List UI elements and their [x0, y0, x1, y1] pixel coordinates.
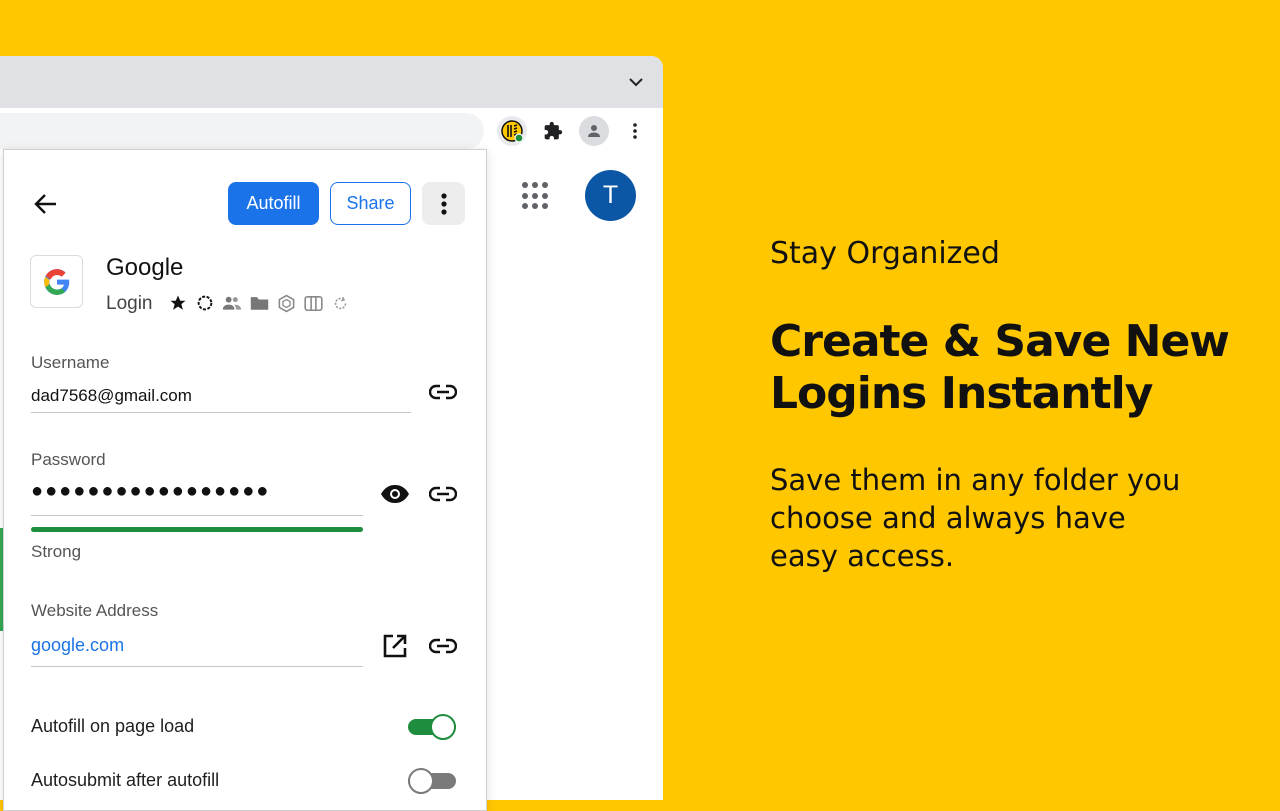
body-copy: Save them in any folder you choose and a… [770, 463, 1181, 573]
autofill-on-load-toggle[interactable] [408, 714, 456, 740]
browser-menu-kebab-icon[interactable] [620, 116, 650, 146]
show-password-eye-icon[interactable] [379, 478, 411, 510]
columns-icon[interactable] [303, 293, 323, 313]
keeper-extension-icon[interactable] [497, 116, 527, 146]
spinner-circle-icon[interactable] [195, 293, 215, 313]
username-underline [31, 412, 411, 413]
browser-toolbar [0, 108, 663, 154]
username-label: Username [31, 353, 110, 372]
record-title: Google [106, 254, 184, 281]
google-apps-grid-icon[interactable] [522, 182, 550, 210]
password-underline [31, 515, 363, 516]
profile-icon[interactable] [579, 116, 609, 146]
tab-search-chevron-icon[interactable] [626, 72, 646, 92]
autosubmit-toggle[interactable] [408, 768, 456, 794]
password-strength-label: Strong [31, 542, 82, 561]
record-type: Login [106, 293, 153, 314]
star-icon[interactable] [168, 293, 188, 313]
website-underline [31, 666, 363, 667]
password-link-icon[interactable] [427, 478, 459, 510]
website-link[interactable]: google.com [31, 635, 124, 656]
open-in-new-icon[interactable] [379, 630, 411, 662]
hexagon-icon[interactable] [276, 293, 296, 313]
password-masked-value[interactable]: ●●●●●●●●●●●●●●●●● [31, 480, 270, 503]
website-link-icon[interactable] [427, 630, 459, 662]
google-logo-icon [30, 255, 83, 308]
record-meta-icons [168, 293, 350, 313]
address-bar[interactable] [0, 113, 484, 149]
back-arrow-icon[interactable] [30, 190, 62, 218]
folder-icon[interactable] [249, 293, 269, 313]
page-account-avatar[interactable]: T [585, 170, 636, 221]
more-options-kebab-icon[interactable] [422, 182, 465, 225]
password-strength-fill [31, 527, 363, 532]
tab-strip [0, 56, 663, 108]
website-label: Website Address [31, 601, 159, 620]
autosubmit-label: Autosubmit after autofill [31, 770, 220, 790]
password-label: Password [31, 450, 106, 469]
toggle-knob [430, 714, 456, 740]
refresh-icon[interactable] [330, 293, 350, 313]
autofill-button[interactable]: Autofill [228, 182, 319, 225]
password-strength-bar [31, 527, 363, 532]
shared-users-icon[interactable] [222, 293, 242, 313]
toggle-knob [408, 768, 434, 794]
share-button[interactable]: Share [330, 182, 411, 225]
username-link-icon[interactable] [427, 376, 459, 408]
keeper-popup: Autofill Share Google Login Username dad… [3, 149, 487, 811]
headline: Create & Save New Logins Instantly [770, 316, 1230, 419]
autofill-on-load-label: Autofill on page load [31, 716, 195, 736]
username-value[interactable]: dad7568@gmail.com [31, 386, 192, 406]
section-eyebrow: Stay Organized [770, 236, 1000, 271]
extensions-puzzle-icon[interactable] [538, 116, 568, 146]
